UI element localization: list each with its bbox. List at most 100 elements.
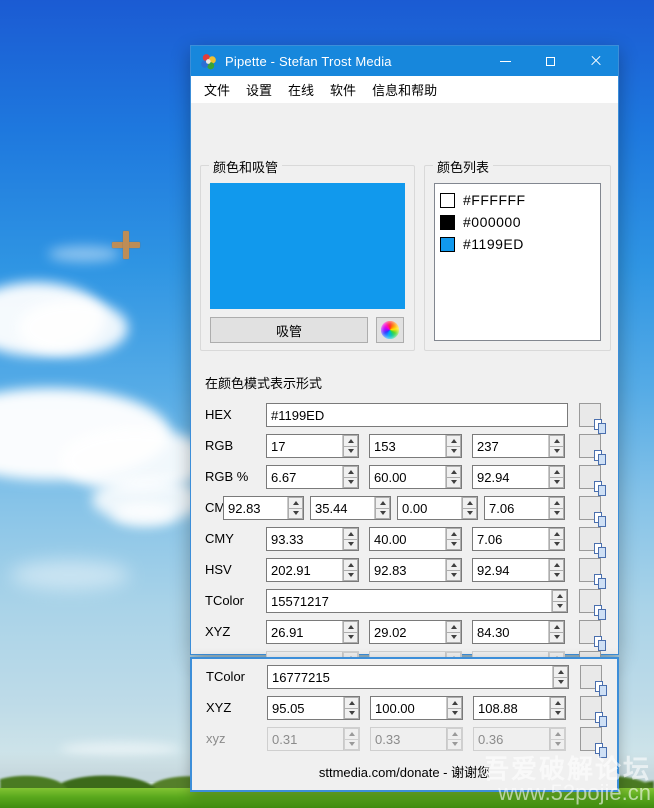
second-xyz-input-2[interactable] <box>474 728 549 750</box>
second-xyz-input-2[interactable] <box>474 697 549 719</box>
spinner-up-button[interactable] <box>549 466 564 478</box>
main-cmy-copy-button[interactable] <box>579 527 601 551</box>
second-xyz-copy-button[interactable] <box>580 727 602 751</box>
spinner-up-button[interactable] <box>343 466 358 478</box>
spinner-up-button[interactable] <box>549 497 564 509</box>
spinner-down-button[interactable] <box>344 709 359 720</box>
main-xyz-input-0[interactable] <box>267 621 342 643</box>
color-list-item[interactable]: #FFFFFF <box>440 189 600 211</box>
main-xyz-input-1[interactable] <box>370 621 445 643</box>
main-hex-input-0[interactable] <box>267 404 567 426</box>
spinner-up-button[interactable] <box>462 497 477 509</box>
spinner-up-button[interactable] <box>549 435 564 447</box>
spinner-up-button[interactable] <box>549 528 564 540</box>
spinner-up-button[interactable] <box>550 697 565 709</box>
main-cmy-input-2[interactable] <box>473 528 548 550</box>
spinner-up-button[interactable] <box>446 466 461 478</box>
spinner-up-button[interactable] <box>447 697 462 709</box>
spinner-up-button[interactable] <box>343 559 358 571</box>
main-hsv-copy-button[interactable] <box>579 558 601 582</box>
main-xyz-copy-button[interactable] <box>579 620 601 644</box>
main-cmyk-input-3[interactable] <box>485 497 548 519</box>
spinner-up-button[interactable] <box>375 497 390 509</box>
color-wheel-button[interactable] <box>376 317 404 343</box>
main-rgb-input-1[interactable] <box>370 466 445 488</box>
main-cmy-input-0[interactable] <box>267 528 342 550</box>
spinner-down-button[interactable] <box>549 540 564 551</box>
main-rgb-input-2[interactable] <box>473 466 548 488</box>
main-rgb-input-0[interactable] <box>267 435 342 457</box>
spinner-down-button[interactable] <box>549 571 564 582</box>
spinner-up-button[interactable] <box>343 528 358 540</box>
spinner-down-button[interactable] <box>343 571 358 582</box>
spinner-up-button[interactable] <box>549 621 564 633</box>
spinner-up-button[interactable] <box>549 559 564 571</box>
spinner-down-button[interactable] <box>343 447 358 458</box>
main-rgb-input-0[interactable] <box>267 466 342 488</box>
spinner-down-button[interactable] <box>550 740 565 751</box>
spinner-down-button[interactable] <box>550 709 565 720</box>
main-rgb-copy-button[interactable] <box>579 434 601 458</box>
spinner-up-button[interactable] <box>288 497 303 509</box>
titlebar[interactable]: Pipette - Stefan Trost Media <box>191 46 618 76</box>
spinner-up-button[interactable] <box>447 728 462 740</box>
spinner-down-button[interactable] <box>549 633 564 644</box>
main-hsv-input-0[interactable] <box>267 559 342 581</box>
second-tcolor-input-0[interactable] <box>268 666 552 688</box>
spinner-down-button[interactable] <box>549 478 564 489</box>
main-xyz-input-2[interactable] <box>473 621 548 643</box>
spinner-down-button[interactable] <box>375 509 390 520</box>
spinner-down-button[interactable] <box>344 740 359 751</box>
close-button[interactable] <box>573 46 618 76</box>
spinner-up-button[interactable] <box>446 435 461 447</box>
spinner-up-button[interactable] <box>550 728 565 740</box>
pipette-button[interactable]: 吸管 <box>210 317 368 343</box>
menu-file[interactable]: 文件 <box>196 76 238 103</box>
spinner-up-button[interactable] <box>344 728 359 740</box>
menu-online[interactable]: 在线 <box>280 76 322 103</box>
spinner-down-button[interactable] <box>447 740 462 751</box>
second-xyz-input-0[interactable] <box>268 697 343 719</box>
color-list-item[interactable]: #000000 <box>440 211 600 233</box>
spinner-down-button[interactable] <box>288 509 303 520</box>
spinner-down-button[interactable] <box>447 709 462 720</box>
maximize-button[interactable] <box>528 46 573 76</box>
main-cmyk-input-2[interactable] <box>398 497 461 519</box>
main-hsv-input-2[interactable] <box>473 559 548 581</box>
spinner-down-button[interactable] <box>446 447 461 458</box>
spinner-up-button[interactable] <box>343 435 358 447</box>
color-list-item[interactable]: #1199ED <box>440 233 600 255</box>
minimize-button[interactable] <box>483 46 528 76</box>
spinner-down-button[interactable] <box>343 478 358 489</box>
spinner-up-button[interactable] <box>553 666 568 678</box>
main-tcolor-input-0[interactable] <box>267 590 551 612</box>
main-tcolor-copy-button[interactable] <box>579 589 601 613</box>
spinner-down-button[interactable] <box>552 602 567 613</box>
second-xyz-input-1[interactable] <box>371 728 446 750</box>
spinner-down-button[interactable] <box>343 540 358 551</box>
spinner-up-button[interactable] <box>343 621 358 633</box>
spinner-down-button[interactable] <box>446 478 461 489</box>
menu-software[interactable]: 软件 <box>322 76 364 103</box>
main-hsv-input-1[interactable] <box>370 559 445 581</box>
spinner-up-button[interactable] <box>446 559 461 571</box>
main-cmy-input-1[interactable] <box>370 528 445 550</box>
main-rgb-copy-button[interactable] <box>579 465 601 489</box>
spinner-down-button[interactable] <box>343 633 358 644</box>
main-cmyk-input-0[interactable] <box>224 497 287 519</box>
second-xyz-input-1[interactable] <box>371 697 446 719</box>
menu-info-help[interactable]: 信息和帮助 <box>364 76 445 103</box>
spinner-up-button[interactable] <box>446 528 461 540</box>
spinner-down-button[interactable] <box>446 540 461 551</box>
color-list[interactable]: #FFFFFF #000000 #1199ED <box>434 183 601 341</box>
second-tcolor-copy-button[interactable] <box>580 665 602 689</box>
spinner-down-button[interactable] <box>549 447 564 458</box>
main-cmyk-copy-button[interactable] <box>579 496 601 520</box>
main-cmyk-input-1[interactable] <box>311 497 374 519</box>
spinner-down-button[interactable] <box>553 678 568 689</box>
second-xyz-copy-button[interactable] <box>580 696 602 720</box>
spinner-down-button[interactable] <box>446 633 461 644</box>
main-hex-copy-button[interactable] <box>579 403 601 427</box>
spinner-up-button[interactable] <box>344 697 359 709</box>
spinner-up-button[interactable] <box>552 590 567 602</box>
